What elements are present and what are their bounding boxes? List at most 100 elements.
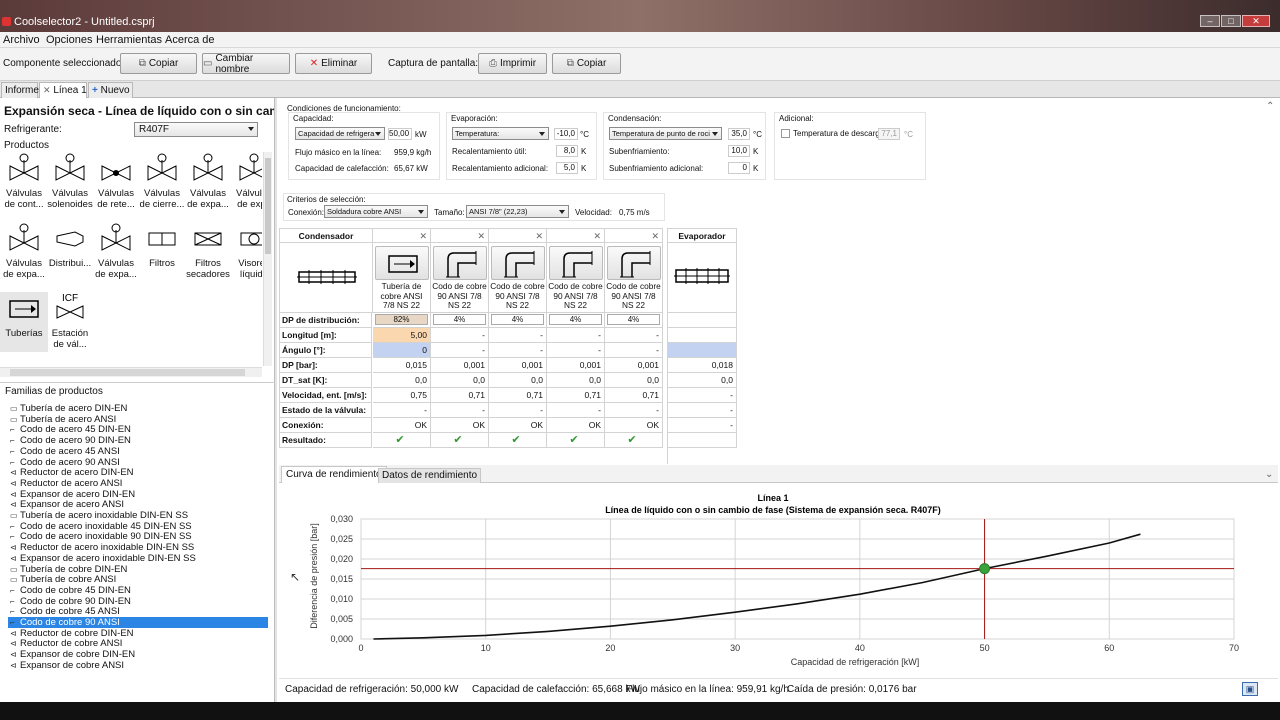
close-tab-icon[interactable]: ✕ xyxy=(43,85,51,95)
product-6[interactable]: Válvulasde expa xyxy=(230,152,262,210)
remove-component-icon[interactable]: ✕ xyxy=(593,229,601,243)
menu-opciones[interactable]: Opciones xyxy=(46,34,92,46)
family-item[interactable]: ⊲ Expansor de acero ANSI xyxy=(10,499,124,510)
discharge-input[interactable]: 77,1 xyxy=(878,128,900,140)
family-icon: ▭ xyxy=(10,511,18,520)
family-item[interactable]: ⌐ Codo de cobre 90 ANSI xyxy=(8,617,268,628)
delete-button[interactable]: ✕ Eliminar xyxy=(295,53,372,74)
print-button[interactable]: ⎙ Imprimir xyxy=(478,53,547,74)
superheat-useful-input[interactable]: 8,0 xyxy=(556,145,578,157)
size-dropdown[interactable]: ANSI 7/8" (22,23) xyxy=(466,205,569,218)
family-item[interactable]: ⊲ Expansor de acero DIN-EN xyxy=(10,489,135,500)
family-item[interactable]: ⌐ Codo de acero inoxidable 90 DIN-EN SS xyxy=(10,531,192,542)
selected-component-label: Componente seleccionado: xyxy=(3,58,125,69)
family-item[interactable]: ▭ Tubería de cobre DIN-EN xyxy=(10,564,127,575)
connection-label: Conexión: xyxy=(288,208,325,217)
product-sublabel: de expa... xyxy=(3,269,45,280)
family-icon: ⌐ xyxy=(10,446,15,456)
family-item[interactable]: ▭ Tubería de cobre ANSI xyxy=(10,574,116,585)
tab-informe[interactable]: Informe xyxy=(1,82,39,98)
condensation-input[interactable]: 35,0 xyxy=(728,128,750,140)
cell-row-angle-1[interactable]: 0 xyxy=(373,343,431,358)
subcooling-input[interactable]: 10,0 xyxy=(728,145,750,157)
product-9[interactable]: Válvulas de expa... xyxy=(92,222,140,280)
condensation-dropdown[interactable]: Temperatura de punto de roci xyxy=(609,127,722,140)
family-item[interactable]: ⊲ Expansor de acero inoxidable DIN-EN SS xyxy=(10,553,196,564)
family-item[interactable]: ⊲ Reductor de cobre ANSI xyxy=(10,638,122,649)
family-item[interactable]: ⊲ Expansor de cobre DIN-EN xyxy=(10,649,135,660)
family-item[interactable]: ⌐ Codo de acero 90 ANSI xyxy=(10,457,120,468)
tab-performance-data[interactable]: Datos de rendimiento xyxy=(378,468,482,483)
save-chart-icon[interactable]: ▣ xyxy=(1242,682,1258,696)
tab-performance-curve[interactable]: Curva de rendimiento xyxy=(281,466,387,483)
product-11[interactable]: Filtros secadores xyxy=(184,222,232,280)
family-item[interactable]: ⌐ Codo de acero 45 ANSI xyxy=(10,446,120,457)
cell-row-length-1[interactable]: 5,00 xyxy=(373,328,431,343)
menu-herramientas[interactable]: Herramientas xyxy=(96,34,162,46)
hscroll-thumb[interactable] xyxy=(10,369,245,376)
product-2[interactable]: Válvulas solenoides xyxy=(46,152,94,210)
remove-component-icon[interactable]: ✕ xyxy=(651,229,659,243)
remove-component-icon[interactable]: ✕ xyxy=(535,229,543,243)
family-item[interactable]: ⌐ Codo de acero 90 DIN-EN xyxy=(10,435,131,446)
product-7[interactable]: Válvulas de expa... xyxy=(0,222,48,280)
menu-archivo[interactable]: Archivo xyxy=(3,34,40,46)
family-item[interactable]: ⌐ Codo de acero inoxidable 45 DIN-EN SS xyxy=(10,521,192,532)
family-icon: ⌐ xyxy=(10,618,15,627)
product-13[interactable]: Tuberías xyxy=(0,292,48,352)
tab-linea-1[interactable]: ✕ Línea 1 xyxy=(39,82,87,99)
family-item[interactable]: ▭ Tubería de acero ANSI xyxy=(10,414,116,425)
refrigerant-label: Refrigerante: xyxy=(4,124,62,135)
copy-button[interactable]: ⧉ Copiar xyxy=(120,53,197,74)
product-12[interactable]: Visoreslíquido xyxy=(230,222,262,280)
family-item[interactable]: ⊲ Reductor de acero DIN-EN xyxy=(10,467,134,478)
component-5[interactable]: Codo de cobre 90 ANSI 7/8 NS 22 xyxy=(605,243,663,313)
menu-acerca[interactable]: Acerca de xyxy=(165,34,215,46)
refrigerant-dropdown[interactable]: R407F xyxy=(134,122,258,137)
capacity-input[interactable]: 50,00 xyxy=(388,128,412,140)
products-scrollbar[interactable] xyxy=(263,152,272,366)
tab-new[interactable]: + Nuevo xyxy=(88,82,133,98)
maximize-icon[interactable]: □ xyxy=(1221,15,1241,27)
evaporation-dropdown[interactable]: Temperatura: xyxy=(452,127,549,140)
family-item[interactable]: ⌐ Codo de cobre 45 ANSI xyxy=(10,606,120,617)
collapse-icon[interactable]: ⌃ xyxy=(1266,101,1274,112)
product-10[interactable]: Filtros xyxy=(138,222,186,269)
cell-row-velocity-1: 0,75 xyxy=(373,388,431,403)
remove-component-icon[interactable]: ✕ xyxy=(477,229,485,243)
collapse-chart-icon[interactable]: ⌄ xyxy=(1265,469,1273,480)
product-1[interactable]: Válvulas de cont... xyxy=(0,152,48,210)
cell-row-result-1: ✔ xyxy=(373,433,431,448)
product-3[interactable]: Válvulas de rete... xyxy=(92,152,140,210)
superheat-add-input[interactable]: 5,0 xyxy=(556,162,578,174)
product-8[interactable]: Distribui... xyxy=(46,222,94,269)
scroll-thumb[interactable] xyxy=(265,158,271,254)
minimize-icon[interactable]: – xyxy=(1200,15,1220,27)
family-item[interactable]: ⊲ Reductor de acero ANSI xyxy=(10,478,122,489)
family-item[interactable]: ⌐ Codo de cobre 45 DIN-EN xyxy=(10,585,131,596)
family-item[interactable]: ⌐ Codo de cobre 90 DIN-EN xyxy=(10,596,131,607)
copy-screenshot-button[interactable]: ⧉ Copiar xyxy=(552,53,621,74)
discharge-checkbox[interactable] xyxy=(781,129,790,138)
component-4[interactable]: Codo de cobre 90 ANSI 7/8 NS 22 xyxy=(547,243,605,313)
component-2[interactable]: Codo de cobre 90 ANSI 7/8 NS 22 xyxy=(431,243,489,313)
close-window-icon[interactable]: ✕ xyxy=(1242,15,1270,27)
family-item[interactable]: ▭ Tubería de acero DIN-EN xyxy=(10,403,127,414)
capacity-dropdown[interactable]: Capacidad de refrigera xyxy=(295,127,385,140)
connection-dropdown[interactable]: Soldadura cobre ANSI xyxy=(324,205,428,218)
rename-button[interactable]: ▭ Cambiar nombre xyxy=(202,53,290,75)
products-hscrollbar[interactable] xyxy=(0,367,262,377)
family-item[interactable]: ⌐ Codo de acero 45 DIN-EN xyxy=(10,424,131,435)
product-4[interactable]: Válvulas de cierre... xyxy=(138,152,186,210)
product-5[interactable]: Válvulas de expa... xyxy=(184,152,232,210)
family-item[interactable]: ⊲ Reductor de acero inoxidable DIN-EN SS xyxy=(10,542,194,553)
family-item[interactable]: ▭ Tubería de acero inoxidable DIN-EN SS xyxy=(10,510,188,521)
remove-component-icon[interactable]: ✕ xyxy=(419,229,427,243)
evaporation-input[interactable]: -10,0 xyxy=(554,128,578,140)
component-3[interactable]: Codo de cobre 90 ANSI 7/8 NS 22 xyxy=(489,243,547,313)
family-item[interactable]: ⊲ Expansor de cobre ANSI xyxy=(10,660,124,671)
subcooling-add-input[interactable]: 0 xyxy=(728,162,750,174)
component-1[interactable]: Tubería de cobre ANSI 7/8 NS 22 xyxy=(373,243,431,313)
family-item[interactable]: ⊲ Reductor de cobre DIN-EN xyxy=(10,628,134,639)
product-14[interactable]: ICF Estación de vál... xyxy=(46,292,94,350)
